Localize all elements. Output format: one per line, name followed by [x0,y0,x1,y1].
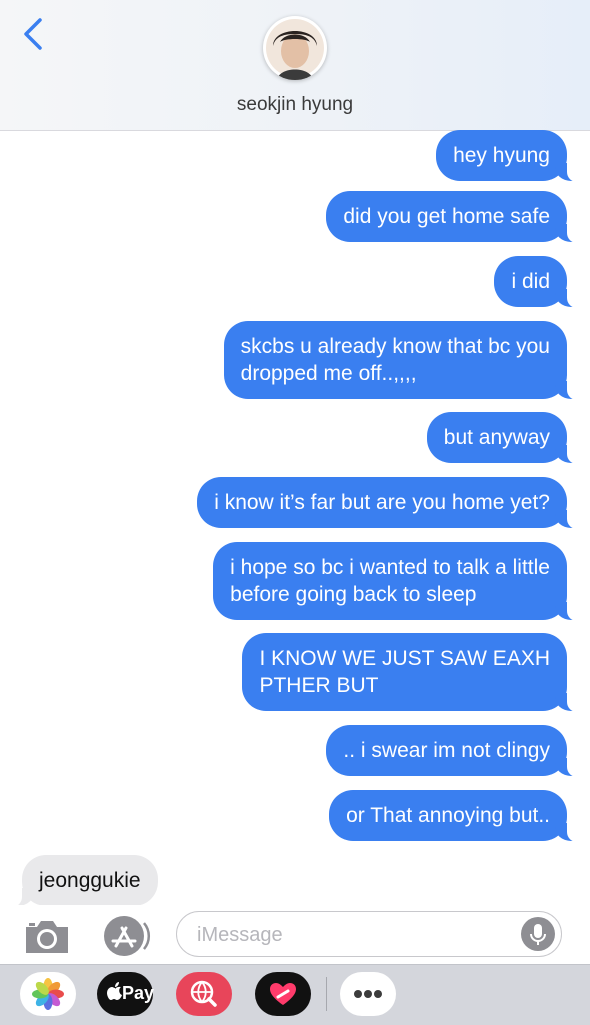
microphone-glyph [530,924,546,945]
message-input-placeholder: iMessage [197,924,283,946]
web-search-button[interactable] [176,972,232,1016]
more-icon [354,990,382,998]
message-bubble-sent[interactable]: but anyway [426,412,580,464]
message-line: PTHER BUT [259,674,379,697]
drawer-divider [326,977,327,1011]
camera-icon[interactable] [22,915,72,957]
message-line: skcbs u already know that bc you [240,335,550,358]
message-bubble-sent[interactable]: or That annoying but.. [329,790,579,842]
message-bubble-sent[interactable]: I KNOW WE JUST SAW EAXH PTHER BUT [242,633,579,712]
message-bubble-sent[interactable]: skcbs u already know that bc you dropped… [223,321,580,400]
heart-icon [270,983,296,1005]
photos-app-button[interactable] [20,972,76,1016]
photos-icon [32,978,64,1010]
message-bubble-received[interactable]: jeonggukie [10,855,158,907]
message-bubble-sent[interactable]: i did [494,256,579,308]
message-bubble-sent[interactable]: did you get home safe [326,191,579,243]
app-store-icon[interactable] [100,915,152,957]
message-bubble-sent[interactable]: hey hyung [436,130,579,182]
message-line: i hope so bc i wanted to talk a little [230,556,550,579]
message-bubble-sent[interactable]: i hope so bc i wanted to talk a little b… [213,542,579,621]
apple-pay-label: Pay [122,983,155,1003]
contact-avatar[interactable] [263,16,327,80]
apple-pay-button[interactable]: Pay [97,972,155,1016]
contact-name[interactable]: seokjin hyung [0,94,590,116]
message-line: I KNOW WE JUST SAW EAXH [259,647,550,670]
composer-bar: iMessage [0,905,590,965]
message-line: dropped me off..,,,, [240,362,417,385]
microphone-icon[interactable] [521,917,555,951]
message-bubble-sent[interactable]: i know it’s far but are you home yet? [197,477,579,529]
message-line: before going back to sleep [230,583,477,606]
avatar-photo [266,19,324,80]
message-thread[interactable]: hey hyung did you get home safe i did sk… [0,130,590,910]
conversation-header: seokjin hyung [0,0,590,131]
globe-search-icon [190,980,217,1007]
chevron-left-icon[interactable] [16,14,50,54]
message-input[interactable]: iMessage [176,911,562,957]
more-apps-button[interactable] [340,972,396,1016]
message-bubble-sent[interactable]: .. i swear im not clingy [326,725,579,777]
digital-touch-button[interactable] [255,972,311,1016]
app-drawer: Pay [0,964,590,1025]
